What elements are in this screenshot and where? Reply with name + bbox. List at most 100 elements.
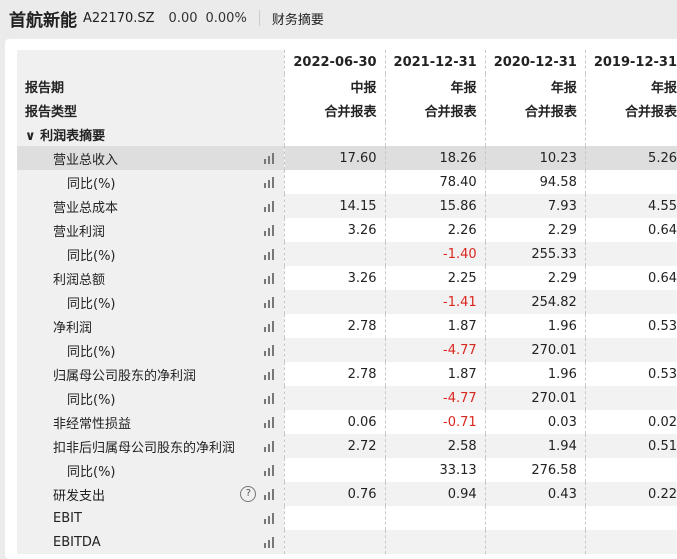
bar-chart-icon[interactable] <box>264 537 276 548</box>
value-cell: 2.26 <box>384 218 486 242</box>
divider <box>258 10 260 26</box>
bar-chart-icon[interactable] <box>264 177 276 188</box>
bar-chart-icon[interactable] <box>264 201 276 212</box>
value-cell: 255.33 <box>484 242 586 266</box>
table-row: 营业利润 3.26 2.26 2.29 0.64 <box>17 218 677 242</box>
bar-chart-icon[interactable] <box>264 417 276 428</box>
value-cell <box>484 506 586 530</box>
table-row: 同比(%) -1.40 255.33 <box>17 242 677 266</box>
table-row: 净利润 2.78 1.87 1.96 0.53 <box>17 314 677 338</box>
bar-chart-icon[interactable] <box>264 345 276 356</box>
row-label-text: 同比(%) <box>67 248 116 264</box>
table-row: 同比(%) -4.77 270.01 <box>17 386 677 410</box>
bar-chart-icon[interactable] <box>264 273 276 284</box>
column-date: 2021-12-31 <box>384 50 486 74</box>
table-row: 同比(%) 33.13 276.58 <box>17 458 677 482</box>
value-cell: 276.58 <box>484 458 586 482</box>
row-label-text: 研发支出 <box>53 488 106 504</box>
row-label: 同比(%) <box>17 242 285 266</box>
column-period: 年报 <box>484 74 586 98</box>
row-label-text: 同比(%) <box>67 176 116 192</box>
table-row: 同比(%) -4.77 270.01 <box>17 338 677 362</box>
value-cell: 15.86 <box>384 194 486 218</box>
value-cell: 0.53 <box>584 314 677 338</box>
column-type: 合并报表 <box>484 98 586 122</box>
row-label-text: EBITDA <box>53 534 101 550</box>
row-label-text: 同比(%) <box>67 344 116 360</box>
stock-price: 0.00 <box>168 10 198 26</box>
section-toggle[interactable]: ∨ 利润表摘要 <box>17 122 285 146</box>
row-label-text: 营业总收入 <box>53 152 119 168</box>
value-cell: 7.93 <box>484 194 586 218</box>
value-cell: 0.22 <box>584 482 677 506</box>
help-icon[interactable]: ? <box>240 486 257 502</box>
value-cell: 2.72 <box>284 434 386 458</box>
value-cell: 4.55 <box>584 194 677 218</box>
value-cell <box>584 506 677 530</box>
value-cell: 2.78 <box>284 362 386 386</box>
column-period: 年报 <box>584 74 677 98</box>
row-label-text: 同比(%) <box>67 296 116 312</box>
table-row: 非经常性损益 0.06 -0.71 0.03 0.02 <box>17 410 677 434</box>
bar-chart-icon[interactable] <box>264 225 276 236</box>
row-label: 同比(%) <box>17 170 285 194</box>
row-label-text: 营业利润 <box>53 224 106 240</box>
bar-chart-icon[interactable] <box>264 441 276 452</box>
bar-chart-icon[interactable] <box>264 153 276 164</box>
row-label: 同比(%) <box>17 458 285 482</box>
stock-change: 0.00% <box>205 10 247 26</box>
column-date: 2019-12-31 <box>584 50 677 74</box>
value-cell <box>284 170 386 194</box>
row-label: 营业总成本 <box>17 194 285 218</box>
value-cell: -0.71 <box>384 410 486 434</box>
row-label: 营业总收入 <box>17 146 285 170</box>
value-cell <box>284 338 386 362</box>
value-cell: 94.58 <box>484 170 586 194</box>
bar-chart-icon[interactable] <box>264 489 276 500</box>
value-cell: -1.40 <box>384 242 486 266</box>
value-cell: 0.64 <box>584 218 677 242</box>
value-cell <box>284 290 386 314</box>
value-cell: 5.26 <box>584 146 677 170</box>
value-cell: 1.96 <box>484 362 586 386</box>
row-label: 营业利润 <box>17 218 285 242</box>
value-cell <box>284 530 386 554</box>
value-cell: 270.01 <box>484 386 586 410</box>
value-cell: 0.06 <box>284 410 386 434</box>
value-cell: 270.01 <box>484 338 586 362</box>
column-period: 中报 <box>284 74 386 98</box>
bar-chart-icon[interactable] <box>264 393 276 404</box>
header-label <box>17 50 285 74</box>
value-cell <box>384 506 486 530</box>
row-label: 同比(%) <box>17 290 285 314</box>
value-cell <box>584 290 677 314</box>
header-label: 报告期 <box>17 74 285 98</box>
bar-chart-icon[interactable] <box>264 513 276 524</box>
chevron-down-icon: ∨ <box>25 128 41 144</box>
table-row: 扣非后归属母公司股东的净利润 2.72 2.58 1.94 0.51 <box>17 434 677 458</box>
value-cell: 0.43 <box>484 482 586 506</box>
row-label-text: EBIT <box>53 510 82 526</box>
bar-chart-icon[interactable] <box>264 321 276 332</box>
row-label-text: 净利润 <box>53 320 93 336</box>
value-cell <box>584 170 677 194</box>
bar-chart-icon[interactable] <box>264 249 276 260</box>
bar-chart-icon[interactable] <box>264 369 276 380</box>
bar-chart-icon[interactable] <box>264 465 276 476</box>
bar-chart-icon[interactable] <box>264 297 276 308</box>
row-label-text: 归属母公司股东的净利润 <box>53 368 197 384</box>
row-label: 净利润 <box>17 314 285 338</box>
value-cell <box>484 530 586 554</box>
value-cell <box>584 458 677 482</box>
row-label-text: 同比(%) <box>67 392 116 408</box>
tab-financial-summary[interactable]: 财务摘要 <box>272 9 324 28</box>
value-cell: 3.26 <box>284 218 386 242</box>
value-cell: 14.15 <box>284 194 386 218</box>
value-cell <box>584 530 677 554</box>
financial-table: 2022-06-30 2021-12-31 2020-12-31 2019-12-31… <box>17 50 677 554</box>
value-cell: 2.25 <box>384 266 486 290</box>
table-row: 研发支出? 0.76 0.94 0.43 0.22 <box>17 482 677 506</box>
value-cell: 0.76 <box>284 482 386 506</box>
column-period: 年报 <box>384 74 486 98</box>
empty-cell <box>384 122 486 146</box>
